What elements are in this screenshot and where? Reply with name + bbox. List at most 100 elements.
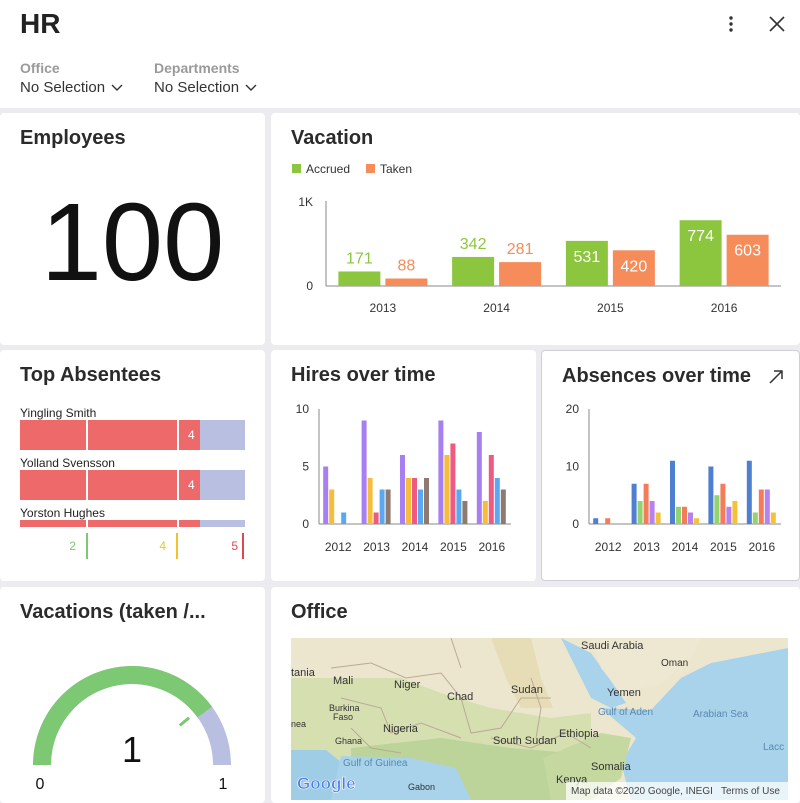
bar[interactable] (676, 506, 681, 524)
x-tick-label: 2014 (402, 540, 429, 554)
bar[interactable] (752, 512, 758, 525)
bar[interactable] (714, 495, 720, 524)
bar[interactable] (694, 518, 699, 524)
bar[interactable] (462, 501, 468, 524)
absentee-name: Yorston Hughes (20, 506, 105, 520)
bar[interactable] (708, 466, 714, 525)
svg-text:Ghana: Ghana (335, 736, 362, 746)
bar[interactable] (482, 501, 488, 524)
bar[interactable] (379, 489, 385, 525)
bar[interactable] (456, 489, 462, 525)
x-tick-label: 2015 (710, 540, 737, 554)
x-tick-label: 2012 (595, 540, 622, 554)
close-button[interactable] (763, 10, 791, 38)
bar[interactable] (726, 506, 732, 524)
bar[interactable] (764, 489, 770, 525)
bar[interactable] (452, 256, 495, 286)
vacation-card[interactable]: Vacation Accrued Taken 0 1K 2013 171 88 2014 3… (271, 113, 800, 345)
employees-card[interactable]: Employees 100 (0, 113, 265, 345)
bar[interactable] (649, 501, 655, 524)
office-map[interactable]: Saudi Arabia Oman tania Mali Niger Sudan… (291, 638, 788, 800)
bar[interactable] (367, 478, 373, 524)
chevron-down-icon (245, 84, 257, 91)
bar[interactable] (494, 478, 500, 524)
bar[interactable] (655, 512, 661, 525)
bar[interactable] (406, 478, 411, 524)
y-tick-label: 1K (298, 195, 313, 209)
vertical-dots-icon (729, 16, 733, 32)
svg-text:Mali: Mali (333, 675, 353, 687)
svg-text:Saudi Arabia: Saudi Arabia (581, 640, 644, 652)
x-tick-label: 2015 (597, 301, 624, 315)
filter-departments[interactable]: Departments No Selection (154, 60, 257, 96)
bar[interactable] (361, 420, 367, 525)
x-tick-label: 2013 (633, 540, 660, 554)
bar[interactable] (758, 489, 764, 525)
bar[interactable] (688, 512, 693, 525)
y-tick-label: 10 (566, 460, 580, 474)
svg-text:Gulf of Aden: Gulf of Aden (598, 707, 653, 718)
bar[interactable] (438, 420, 444, 525)
more-options-button[interactable] (717, 10, 745, 38)
data-label: 342 (460, 236, 487, 253)
bar[interactable] (500, 489, 506, 525)
svg-text:Niger: Niger (394, 679, 421, 691)
svg-text:Ethiopia: Ethiopia (559, 728, 600, 740)
bar[interactable] (329, 489, 335, 525)
filter-departments-dropdown[interactable]: No Selection (154, 79, 257, 96)
bar[interactable] (418, 489, 423, 525)
svg-text:Chad: Chad (447, 691, 473, 703)
y-tick-label: 5 (302, 460, 309, 474)
bar[interactable] (643, 483, 649, 524)
data-label: 603 (734, 243, 761, 260)
bar[interactable] (385, 278, 428, 286)
filter-office[interactable]: Office No Selection (20, 60, 123, 96)
employees-title: Employees (20, 127, 126, 149)
bar[interactable] (770, 512, 776, 525)
absences-card[interactable]: Absences over time 0 10 20 2012 2013 2014 2015… (541, 350, 800, 581)
top-absentees-card[interactable]: Top Absentees Yingling Smith 4 Yolland S… (0, 350, 265, 581)
dashboard-header: HR Office No Selection Departments No Se… (0, 0, 800, 108)
absentee-bar: 4 (20, 470, 245, 500)
bar[interactable] (476, 432, 482, 524)
y-tick-label: 0 (306, 279, 313, 293)
bar[interactable] (341, 512, 347, 525)
bar[interactable] (637, 501, 643, 524)
absentee-value: 4 (188, 428, 195, 442)
absentee-bar: 4 (20, 420, 245, 450)
x-tick-label: 2015 (440, 540, 467, 554)
bar[interactable] (670, 460, 675, 524)
bar[interactable] (682, 506, 687, 524)
svg-text:Faso: Faso (333, 712, 353, 722)
filter-office-dropdown[interactable]: No Selection (20, 79, 123, 96)
bar[interactable] (373, 512, 379, 525)
legend-accrued-swatch (292, 164, 301, 173)
x-tick-label: 2014 (483, 301, 510, 315)
bar[interactable] (444, 455, 450, 524)
svg-text:South Sudan: South Sudan (493, 735, 557, 747)
bar[interactable] (631, 483, 637, 524)
bar[interactable] (746, 460, 752, 524)
top-absentees-title: Top Absentees (20, 364, 162, 386)
bar[interactable] (720, 483, 726, 524)
bar[interactable] (605, 518, 611, 524)
bar[interactable] (400, 455, 405, 524)
bar[interactable] (450, 443, 456, 525)
bar[interactable] (732, 501, 738, 524)
bar[interactable] (488, 455, 494, 524)
bar[interactable] (424, 478, 429, 524)
hires-card[interactable]: Hires over time 0 5 10 2012 2013 2014 2015 2016 (271, 350, 536, 581)
absentee-value: 4 (188, 478, 195, 492)
bar[interactable] (338, 271, 381, 286)
terms-of-use-link[interactable]: Terms of Use (721, 786, 780, 797)
vacations-ratio-card[interactable]: Vacations (taken /... 1 0 1 (0, 587, 265, 803)
bar[interactable] (499, 262, 542, 286)
bar[interactable] (385, 489, 391, 525)
bar[interactable] (323, 466, 329, 525)
svg-text:Gabon: Gabon (408, 782, 435, 792)
chevron-down-icon (111, 84, 123, 91)
office-map-card[interactable]: Office Saudi Arabia Oman tania Mali Nige… (271, 587, 800, 803)
gauge-value: 1 (122, 729, 142, 770)
bar[interactable] (593, 518, 599, 524)
bar[interactable] (412, 478, 417, 524)
